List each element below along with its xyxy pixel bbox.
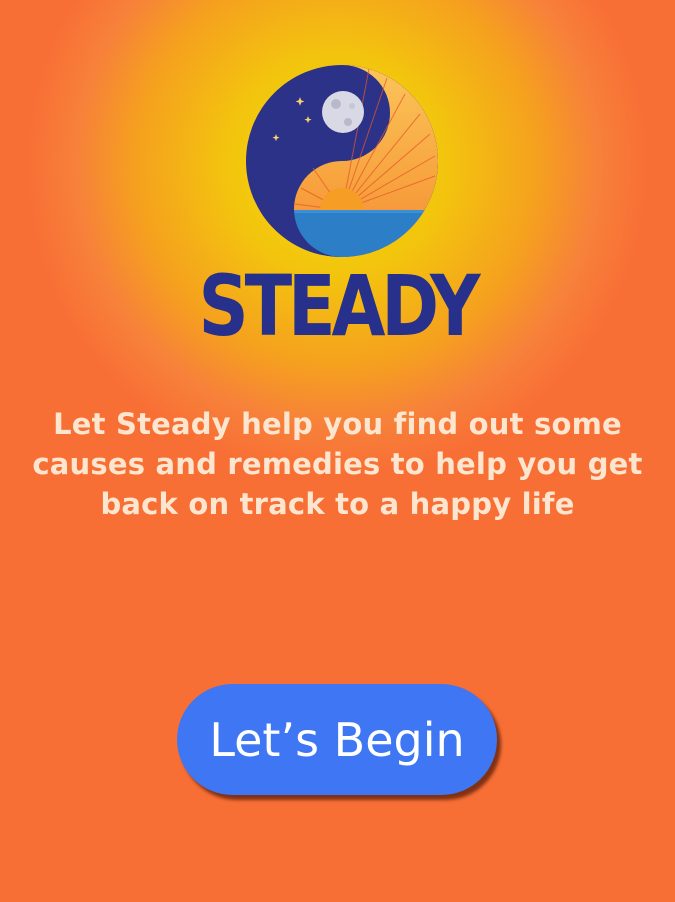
- brand-wordmark: STEADY: [198, 257, 481, 355]
- lets-begin-button[interactable]: Let’s Begin: [177, 684, 497, 795]
- intro-tagline: Let Steady help you find out some causes…: [32, 407, 643, 521]
- welcome-screen: STEADY Let Steady help you find out some…: [0, 0, 675, 902]
- steady-logo-icon: [245, 64, 439, 258]
- lets-begin-label: Let’s Begin: [209, 712, 465, 767]
